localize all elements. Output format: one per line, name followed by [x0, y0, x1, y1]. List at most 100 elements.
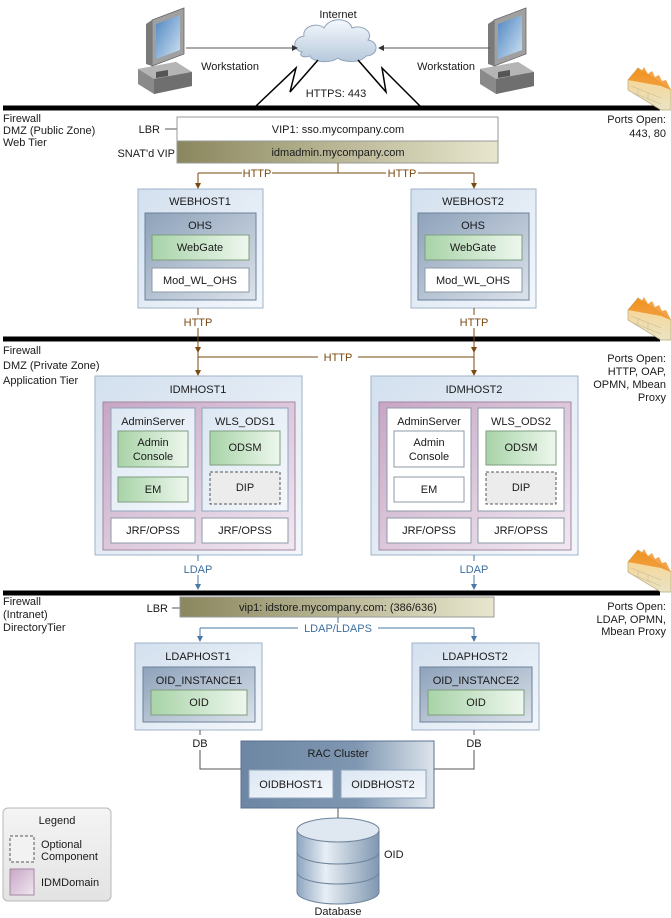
oid-instance-label: OID_INSTANCE1	[156, 675, 243, 687]
dip-label: DIP	[512, 482, 530, 494]
legend-optional-swatch	[9, 835, 35, 863]
database-label: Database	[314, 906, 361, 918]
host-name: LDAPHOST2	[442, 651, 507, 663]
ldap-label: LDAP	[460, 564, 489, 576]
zone-line: Application Tier	[3, 375, 79, 387]
em-label: EM	[145, 484, 162, 496]
idstore-vip-label: vip1: idstore.mycompany.com: (386/636)	[239, 602, 437, 614]
admin-console-label: Console	[409, 451, 449, 463]
firewall-icon	[627, 296, 671, 341]
http-connector	[197, 163, 475, 184]
oid-label: OID	[466, 697, 486, 709]
zone-line: Firewall	[3, 596, 41, 608]
workstation-right-label: Workstation	[417, 61, 475, 73]
arrow-icon	[195, 183, 477, 189]
https-label: HTTPS: 443	[306, 88, 367, 100]
legend-domain-label: IDMDomain	[41, 877, 99, 889]
cloud-icon	[294, 19, 377, 63]
db-label: DB	[466, 738, 481, 750]
webhost1: WEBHOST1 OHS WebGate Mod_WL_OHS	[137, 188, 264, 309]
host-name: IDMHOST2	[446, 384, 503, 396]
architecture-diagram: Internet Workstation Workstation HTTPS: …	[2, 7, 671, 918]
webgate-label: WebGate	[177, 242, 223, 254]
workstation-icon	[479, 7, 535, 95]
arrow-icon	[197, 636, 477, 642]
internet-label: Internet	[319, 9, 356, 21]
jrf-opss-label: JRF/OPSS	[402, 525, 456, 537]
http-label: HTTP	[324, 352, 353, 364]
admin-console-label: Admin	[137, 437, 168, 449]
http-label: HTTP	[460, 317, 489, 329]
legend-domain-swatch	[9, 868, 35, 896]
rac-cluster: RAC Cluster OIDBHOST1 OIDBHOST2	[240, 740, 435, 809]
oid-label: OID	[189, 697, 209, 709]
idmhost1: IDMHOST1 AdminServer Admin Console EM WL…	[94, 375, 303, 556]
host-name: LDAPHOST1	[165, 651, 230, 663]
zone-line: DirectoryTier	[3, 622, 66, 634]
host-name: WEBHOST2	[442, 196, 504, 208]
lightning-link-right	[357, 59, 421, 107]
adminserver-label: AdminServer	[397, 416, 461, 428]
zone-line: Firewall	[3, 345, 41, 357]
database-oid-label: OID	[384, 849, 404, 861]
ports-line: Ports Open:	[607, 601, 666, 613]
wls-ods-label: WLS_ODS1	[215, 416, 275, 428]
ohs-label: OHS	[461, 220, 485, 232]
wls-ods-label: WLS_ODS2	[491, 416, 551, 428]
lbr-label: LBR	[147, 603, 168, 615]
ports-line: HTTP, OAP,	[608, 366, 666, 378]
workstation-icon	[137, 7, 193, 95]
firewall-icon	[627, 548, 671, 593]
firewall-icon	[627, 66, 671, 111]
legend-title: Legend	[39, 815, 76, 827]
ports-line: Mbean Proxy	[601, 626, 666, 638]
arrow-icon	[378, 45, 384, 51]
jrf-opss-label: JRF/OPSS	[494, 525, 548, 537]
host-name: IDMHOST1	[170, 384, 227, 396]
dip-label: DIP	[236, 482, 254, 494]
em-label: EM	[421, 484, 438, 496]
legend-optional-label: Optional	[41, 839, 82, 851]
arrow-icon	[195, 584, 477, 590]
oid-instance-label: OID_INSTANCE2	[433, 675, 520, 687]
jrf-opss-label: JRF/OPSS	[218, 525, 272, 537]
ohs-label: OHS	[188, 220, 212, 232]
legend: Legend Optional Component IDMDomain	[2, 807, 112, 902]
adminserver-label: AdminServer	[121, 416, 185, 428]
ldap-label: LDAP	[184, 564, 213, 576]
zone-line: (Intranet)	[3, 609, 48, 621]
admin-console-label: Console	[133, 451, 173, 463]
mod-wl-ohs-label: Mod_WL_OHS	[163, 275, 237, 287]
rac-cluster-title: RAC Cluster	[307, 748, 368, 760]
host-name: WEBHOST1	[169, 196, 231, 208]
zone-line: DMZ (Public Zone)	[3, 125, 95, 137]
ports-line: LDAP, OPMN,	[597, 614, 667, 626]
http-label: HTTP	[243, 168, 272, 180]
http-label: HTTP	[388, 168, 417, 180]
ports-line: OPMN, Mbean	[593, 379, 666, 391]
ports-line: Ports Open:	[607, 353, 666, 365]
ldap-connector	[197, 555, 475, 587]
zone-line: Web Tier	[3, 137, 47, 149]
jrf-opss-label: JRF/OPSS	[126, 525, 180, 537]
snat-vip-label: idmadmin.mycompany.com	[271, 147, 404, 159]
ldaphost1: LDAPHOST1 OID_INSTANCE1 OID	[134, 642, 263, 731]
ldaphost2: LDAPHOST2 OID_INSTANCE2 OID	[411, 642, 540, 731]
ports-line: Ports Open:	[607, 114, 666, 126]
mod-wl-ohs-label: Mod_WL_OHS	[436, 275, 510, 287]
odsm-label: ODSM	[229, 442, 262, 454]
database-icon	[296, 817, 380, 905]
odsm-label: ODSM	[505, 442, 538, 454]
http-label: HTTP	[184, 317, 213, 329]
idmhost2: IDMHOST2 AdminServer Admin Console EM WL…	[370, 375, 579, 556]
vip1-label: VIP1: sso.mycompany.com	[272, 124, 404, 136]
oidbhost2-label: OIDBHOST2	[351, 779, 415, 791]
webhost2: WEBHOST2 OHS WebGate Mod_WL_OHS	[410, 188, 537, 309]
zone-line: Firewall	[3, 113, 41, 125]
ports-line: 443, 80	[629, 128, 666, 140]
webgate-label: WebGate	[450, 242, 496, 254]
zone-line: DMZ (Private Zone)	[3, 360, 100, 372]
snat-label: SNAT'd VIP	[117, 148, 175, 160]
ports-line: Proxy	[638, 392, 667, 404]
oidbhost1-label: OIDBHOST1	[259, 779, 323, 791]
